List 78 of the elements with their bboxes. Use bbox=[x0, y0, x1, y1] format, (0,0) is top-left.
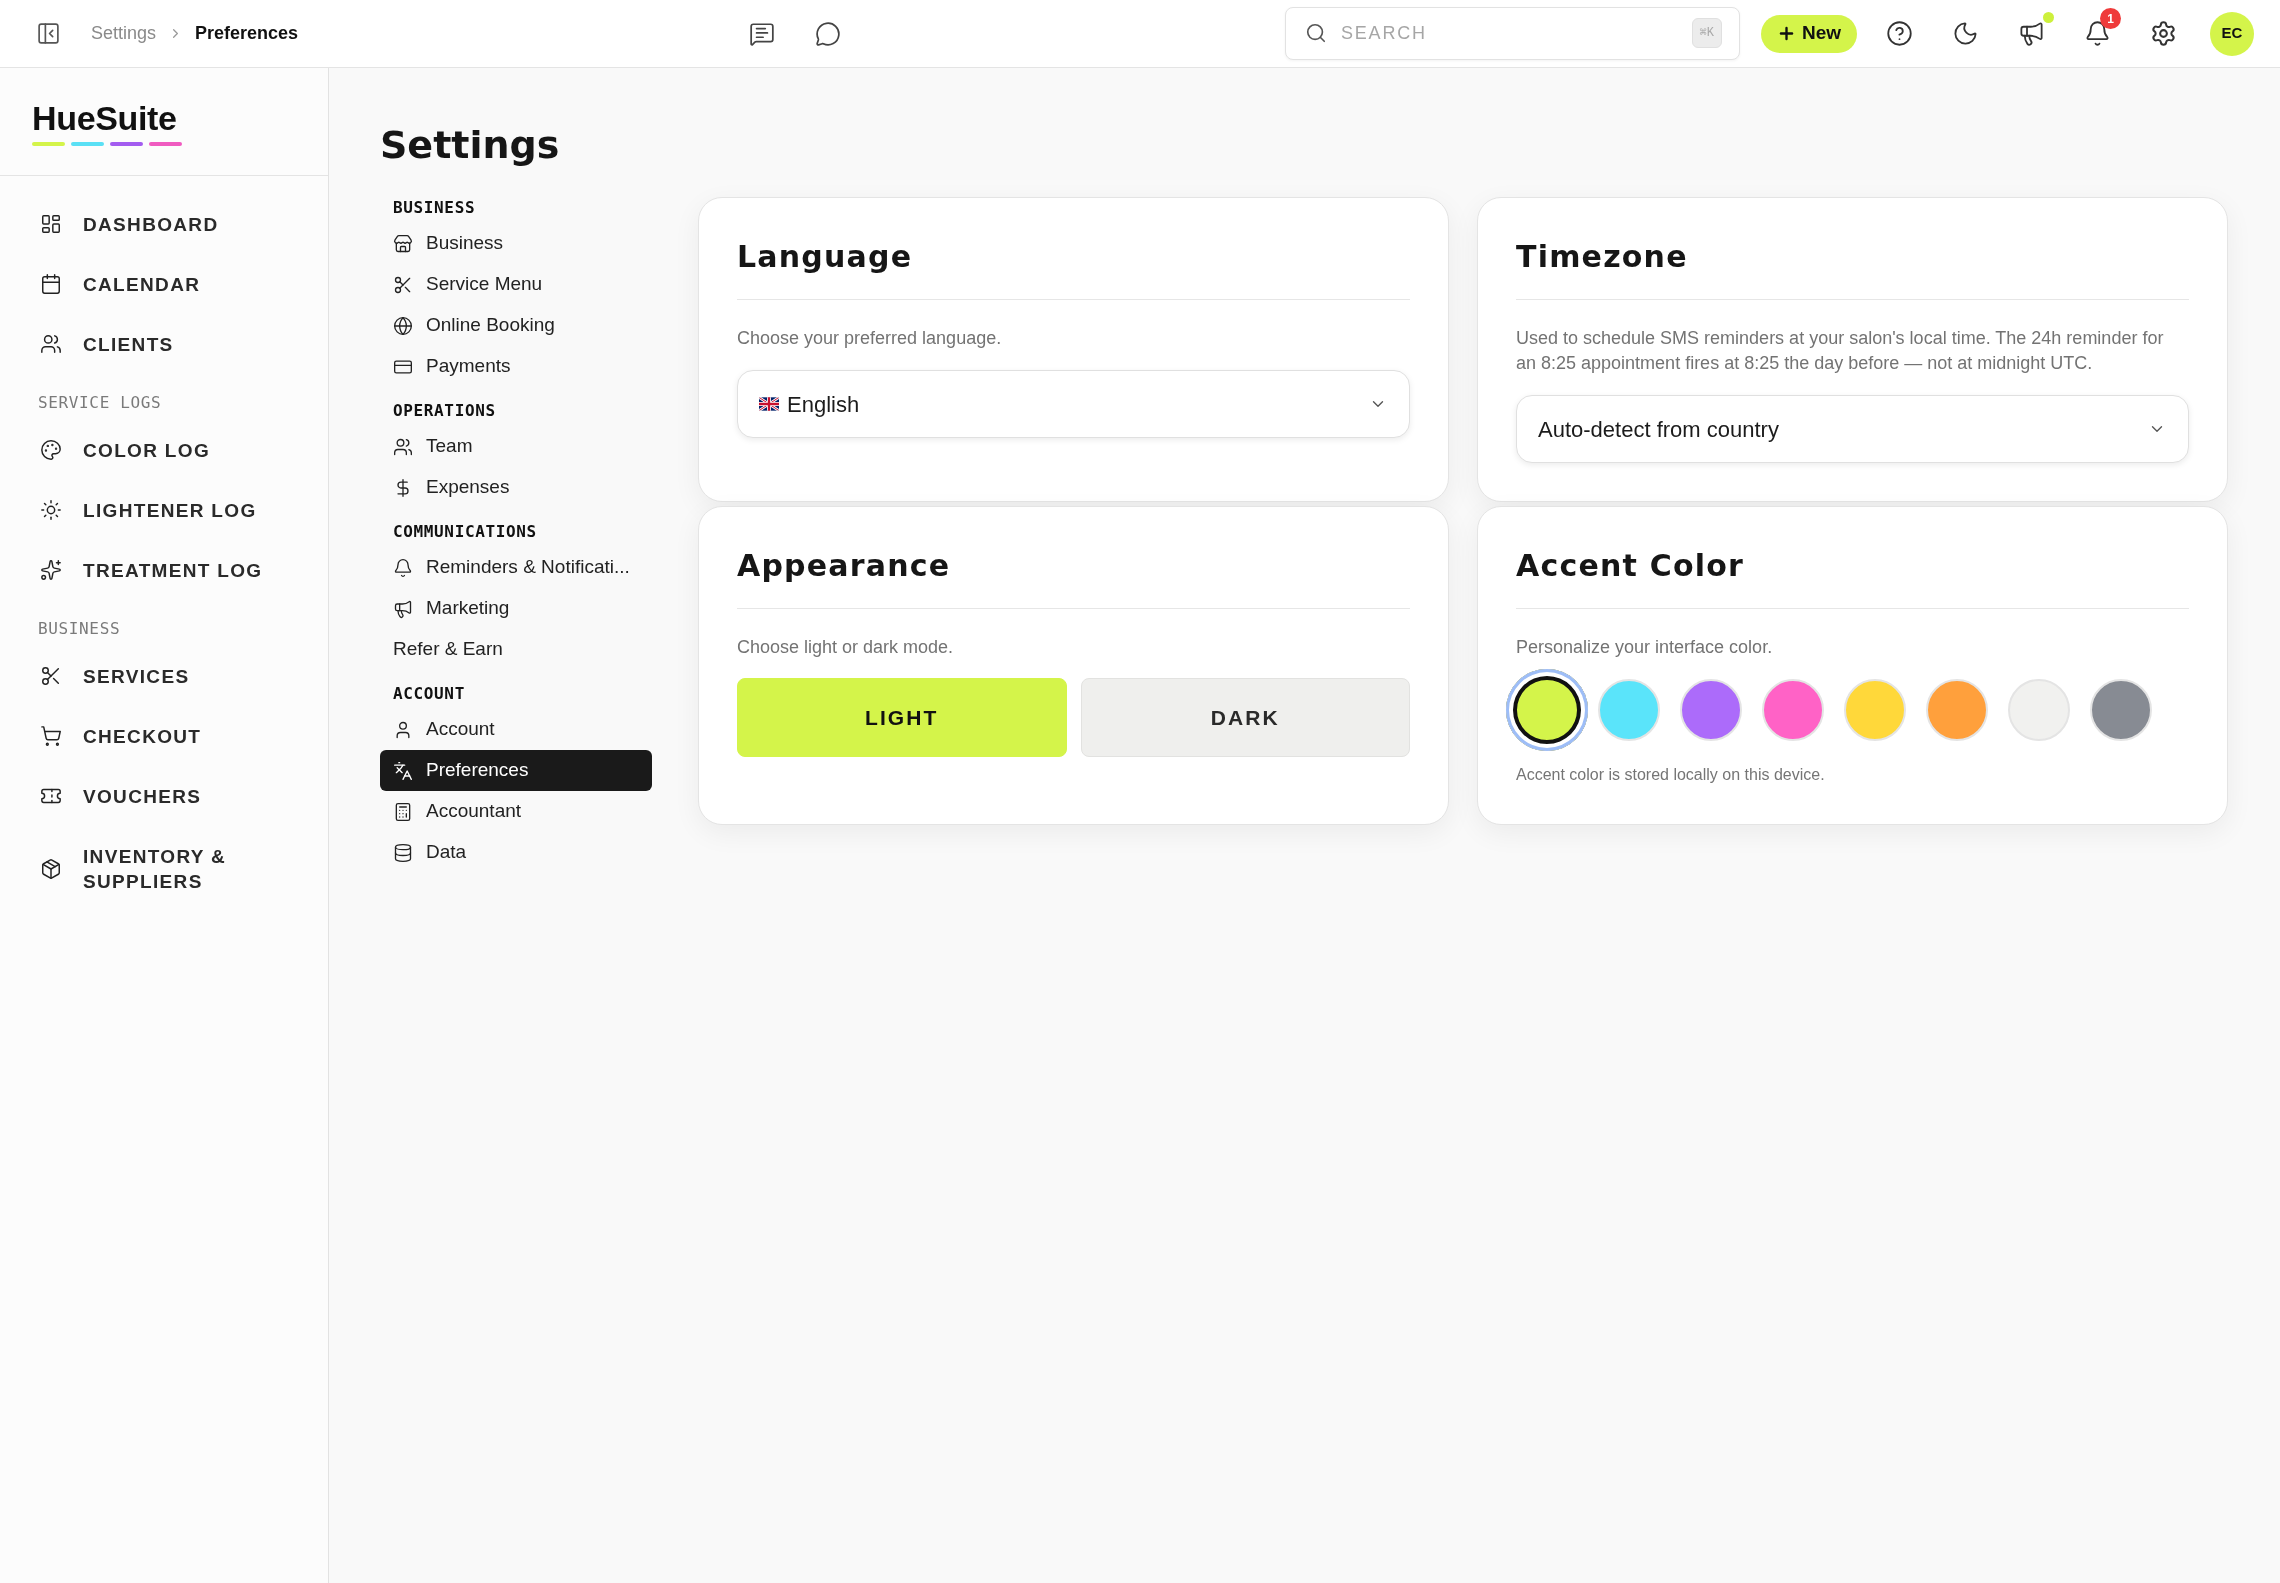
new-button[interactable]: New bbox=[1761, 14, 1857, 53]
settings-nav-item[interactable]: Business bbox=[380, 223, 652, 264]
select-field[interactable]: English bbox=[737, 370, 1410, 438]
settings-section-heading: ACCOUNT bbox=[393, 683, 465, 705]
scissors-icon bbox=[40, 665, 62, 687]
sidebar-toggle-icon[interactable] bbox=[36, 21, 61, 46]
settings-nav-item[interactable]: Accountant bbox=[380, 791, 652, 832]
card-title: Timezone bbox=[1516, 238, 1688, 276]
nav-item[interactable]: SERVICES bbox=[0, 646, 328, 706]
card-description: Choose light or dark mode. bbox=[737, 636, 955, 659]
shortcut-key: ⌘K bbox=[1691, 18, 1722, 48]
store-icon bbox=[393, 233, 413, 254]
database-icon bbox=[393, 842, 413, 863]
settings-nav-item[interactable]: Online Booking bbox=[380, 305, 652, 346]
settings-nav-item[interactable]: Marketing bbox=[380, 588, 652, 629]
bell-icon bbox=[393, 557, 413, 578]
settings-nav-item[interactable]: Team bbox=[380, 426, 652, 467]
nav-item[interactable]: DASHBOARD bbox=[0, 194, 328, 254]
settings-section-heading: COMMUNICATIONS bbox=[393, 521, 537, 543]
moon-icon[interactable] bbox=[1952, 20, 1979, 47]
nav-item[interactable]: COLOR LOG bbox=[0, 420, 328, 480]
card-description: Used to schedule SMS reminders at your salon's local time. The 24h reminder for an 8:25 appointment fires at 8:25 the day before — not at midnight UTC. bbox=[1516, 327, 2165, 375]
mode-button[interactable]: DARK bbox=[1080, 678, 1410, 757]
dashboard-icon bbox=[40, 213, 62, 235]
card-title: Accent Color bbox=[1516, 547, 1744, 585]
card-description: Personalize your interface color. bbox=[1516, 636, 1774, 659]
user-avatar[interactable]: EC bbox=[2210, 11, 2254, 56]
logo[interactable]: HueSuite bbox=[32, 100, 177, 136]
page-title: Settings bbox=[380, 122, 560, 168]
settings-section-heading: OPERATIONS bbox=[393, 400, 496, 422]
settings-nav-item[interactable]: Expenses bbox=[380, 467, 652, 508]
card-title: Appearance bbox=[737, 547, 951, 585]
nav-item[interactable]: CALENDAR bbox=[0, 254, 328, 314]
help-icon[interactable] bbox=[1886, 20, 1913, 47]
sparkles-icon bbox=[40, 559, 62, 581]
select-field[interactable]: Auto-detect from country bbox=[1516, 395, 2189, 463]
sidebar-section-heading: SERVICE LOGS bbox=[38, 392, 162, 414]
message-text-icon[interactable] bbox=[749, 20, 775, 47]
nav-item[interactable]: INVENTORY & SUPPLIERS bbox=[0, 826, 328, 911]
settings-nav-item[interactable]: Refer & Earn bbox=[380, 629, 652, 670]
calendar-icon bbox=[40, 273, 62, 295]
settings-nav-item[interactable]: Payments bbox=[380, 346, 652, 387]
search-icon bbox=[1305, 22, 1327, 44]
sidebar-section-heading: BUSINESS bbox=[38, 618, 121, 640]
nav-item[interactable]: TREATMENT LOG bbox=[0, 540, 328, 600]
sun-icon bbox=[40, 499, 62, 521]
nav-item[interactable]: LIGHTENER LOG bbox=[0, 480, 328, 540]
nav-item[interactable]: CLIENTS bbox=[0, 314, 328, 374]
calculator-icon bbox=[393, 801, 413, 822]
card-title: Language bbox=[737, 238, 913, 276]
translate-icon bbox=[393, 760, 413, 781]
box-icon bbox=[40, 857, 62, 880]
flag-icon bbox=[759, 397, 779, 411]
settings-nav-item[interactable]: Reminders & Notificati... bbox=[380, 547, 652, 588]
card-description: Choose your preferred language. bbox=[737, 327, 1003, 350]
settings-section-heading: BUSINESS bbox=[393, 197, 476, 219]
scissors-icon bbox=[393, 274, 413, 295]
settings-nav-item[interactable]: Service Menu bbox=[380, 264, 652, 305]
settings-icon[interactable] bbox=[2150, 20, 2177, 47]
settings-nav-item[interactable]: Account bbox=[380, 709, 652, 750]
palette-icon bbox=[40, 439, 62, 461]
megaphone-icon bbox=[393, 598, 413, 619]
breadcrumb-item: Preferences bbox=[195, 22, 299, 45]
settings-nav-item[interactable]: Data bbox=[380, 832, 652, 873]
globe-icon bbox=[393, 315, 413, 336]
settings-nav-item[interactable]: Preferences bbox=[380, 750, 652, 791]
card-note: Accent color is stored locally on this device. bbox=[1516, 765, 1826, 785]
nav-item[interactable]: VOUCHERS bbox=[0, 766, 328, 826]
megaphone-icon[interactable] bbox=[2018, 20, 2045, 47]
breadcrumb-item[interactable]: Settings bbox=[91, 20, 157, 47]
nav-item[interactable]: CHECKOUT bbox=[0, 706, 328, 766]
cart-icon bbox=[40, 725, 62, 747]
mode-button[interactable]: LIGHT bbox=[737, 678, 1067, 757]
users-icon bbox=[393, 436, 413, 457]
notification-badge: 1 bbox=[2100, 8, 2121, 29]
chat-bubble-icon[interactable] bbox=[815, 20, 841, 47]
users-icon bbox=[40, 333, 62, 355]
color-stripe-icon bbox=[32, 142, 182, 146]
